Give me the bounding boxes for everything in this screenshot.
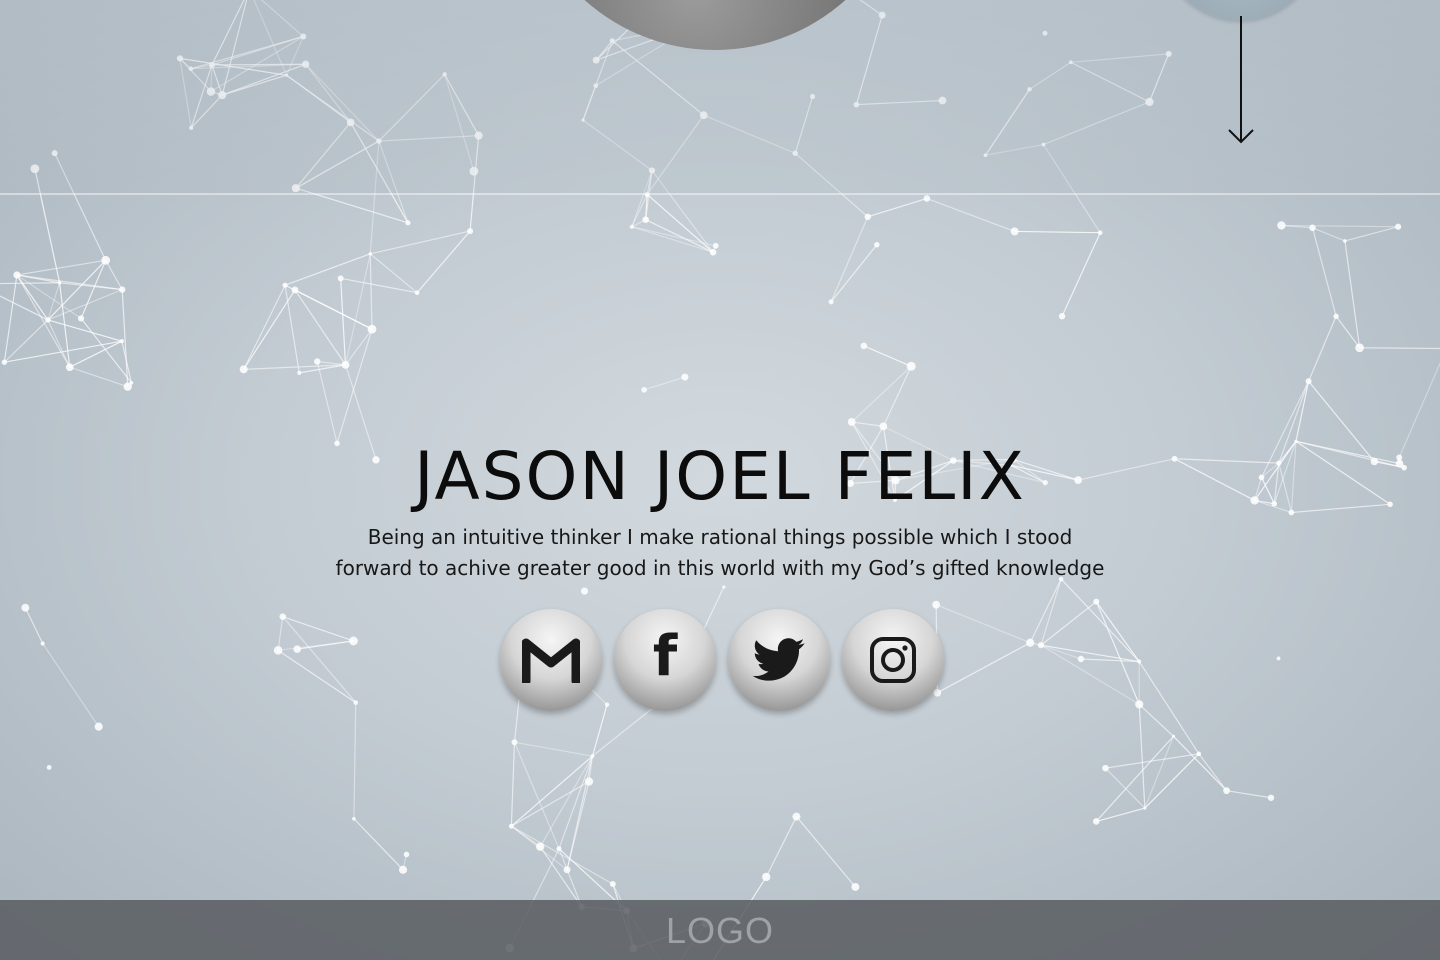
facebook-button[interactable]: f — [614, 609, 716, 711]
footer: LOGO — [0, 900, 1440, 960]
instagram-icon — [870, 637, 916, 683]
tagline-line-2: forward to achive greater good in this w… — [335, 556, 1105, 580]
social-links: f — [500, 609, 950, 713]
instagram-button[interactable] — [842, 609, 944, 711]
hero-tagline: Being an intuitive thinker I make ration… — [300, 522, 1140, 584]
gmail-icon — [522, 638, 580, 683]
twitter-button[interactable] — [728, 609, 830, 711]
section-divider — [0, 193, 1440, 195]
hero-name: JASON JOEL FELIX — [414, 438, 1026, 515]
tagline-line-1: Being an intuitive thinker I make ration… — [367, 525, 1073, 549]
arrow-down-icon[interactable] — [1226, 16, 1256, 148]
footer-logo[interactable]: LOGO — [0, 910, 1440, 952]
gmail-button[interactable] — [500, 609, 602, 711]
facebook-icon: f — [652, 624, 678, 689]
twitter-icon — [752, 638, 805, 681]
